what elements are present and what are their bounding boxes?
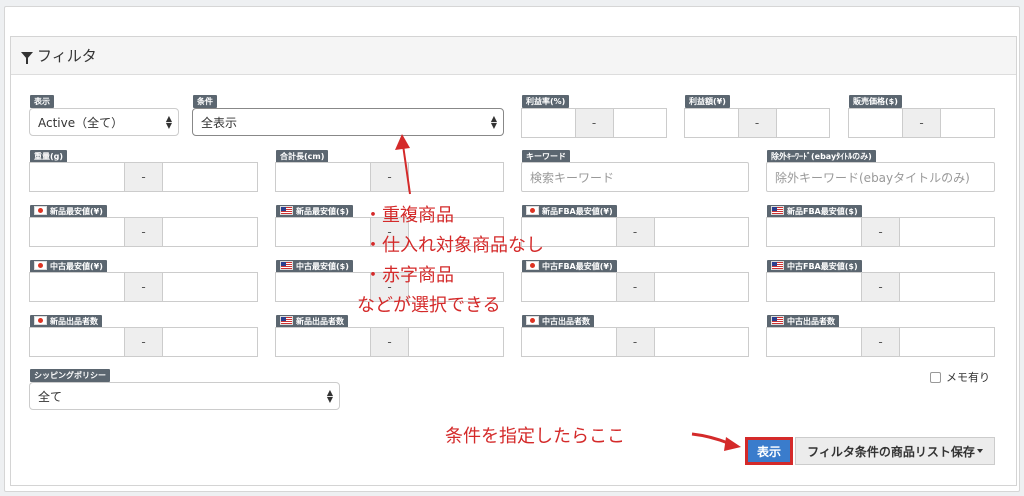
annotation-arrow-right-head [724,437,741,451]
annotation-item-1: ・重複商品 [364,205,454,226]
annotation-arrow-up [402,144,411,195]
annotation-item-2: ・仕入れ対象商品なし [364,235,544,256]
annotation-item-4: などが選択できる [357,295,501,316]
annotation-bottom: 条件を指定したらここ [445,426,625,447]
annotation-arrow-up-head [395,134,410,150]
annotation-arrow-right [691,432,729,445]
annotation-item-3: ・赤字商品 [364,265,454,286]
